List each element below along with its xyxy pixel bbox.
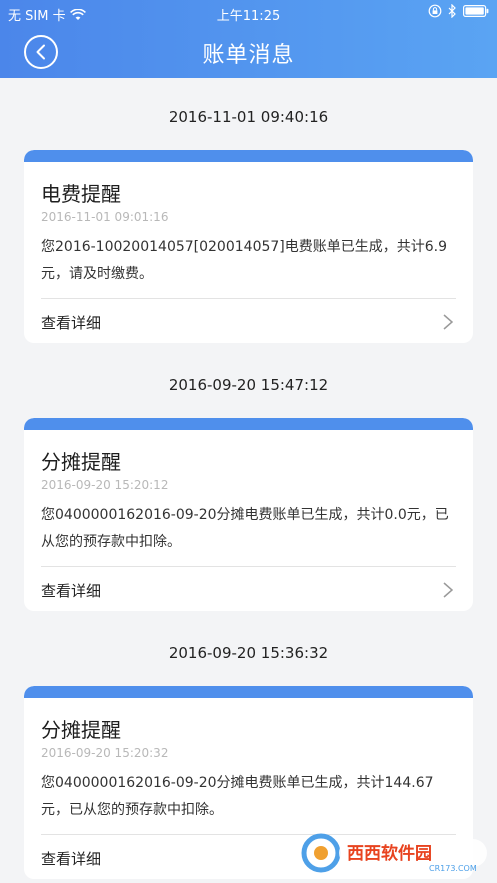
page-title: 账单消息 xyxy=(202,43,295,68)
site-watermark-logo: 西西软件园 CR173.COM xyxy=(301,833,487,873)
status-right xyxy=(428,4,489,18)
status-bar: 无 SIM 卡 上午11:25 xyxy=(0,0,497,26)
message-date-header: 2016-09-20 15:47:12 xyxy=(168,376,329,394)
nav-header: 无 SIM 卡 上午11:25 账单消息 xyxy=(0,0,497,78)
view-details-link[interactable]: 查看详细 xyxy=(41,848,101,869)
card-accent-bar xyxy=(24,150,473,162)
card-accent-bar xyxy=(24,418,473,430)
view-details-link[interactable]: 查看详细 xyxy=(41,580,101,601)
card-title: 分摊提醒 xyxy=(41,450,121,474)
card-time: 2016-09-20 15:20:32 xyxy=(41,746,169,760)
view-details-link[interactable]: 查看详细 xyxy=(41,312,101,333)
message-date-header: 2016-11-01 09:40:16 xyxy=(168,108,329,126)
card-divider xyxy=(41,298,456,299)
card-divider xyxy=(41,566,456,567)
card-title: 电费提醒 xyxy=(41,182,121,206)
card-time: 2016-11-01 09:01:16 xyxy=(41,210,169,224)
status-time: 上午11:25 xyxy=(216,9,281,24)
watermark-text: 西西软件园 xyxy=(347,843,432,864)
message-card: 电费提醒 2016-11-01 09:01:16 您2016-100200140… xyxy=(24,150,473,343)
battery-icon xyxy=(463,5,489,17)
bluetooth-icon xyxy=(448,4,456,18)
card-title: 分摊提醒 xyxy=(41,718,121,742)
watermark-sub: CR173.COM xyxy=(429,864,477,873)
orientation-lock-icon xyxy=(428,4,442,18)
message-card: 分摊提醒 2016-09-20 15:20:12 您0400000162016-… xyxy=(24,418,473,611)
chevron-right-icon[interactable] xyxy=(441,313,455,331)
card-message: 您0400000162016-09-20分摊电费账单已生成，共计0.0元，已从您… xyxy=(41,507,449,550)
message-date-header: 2016-09-20 15:36:32 xyxy=(168,644,329,662)
card-time: 2016-09-20 15:20:12 xyxy=(41,478,169,492)
chevron-right-icon[interactable] xyxy=(441,581,455,599)
card-message: 您2016-10020014057[020014057]电费账单已生成，共计6.… xyxy=(41,239,448,282)
card-message: 您0400000162016-09-20分摊电费账单已生成，共计144.67元，… xyxy=(41,775,434,818)
card-accent-bar xyxy=(24,686,473,698)
